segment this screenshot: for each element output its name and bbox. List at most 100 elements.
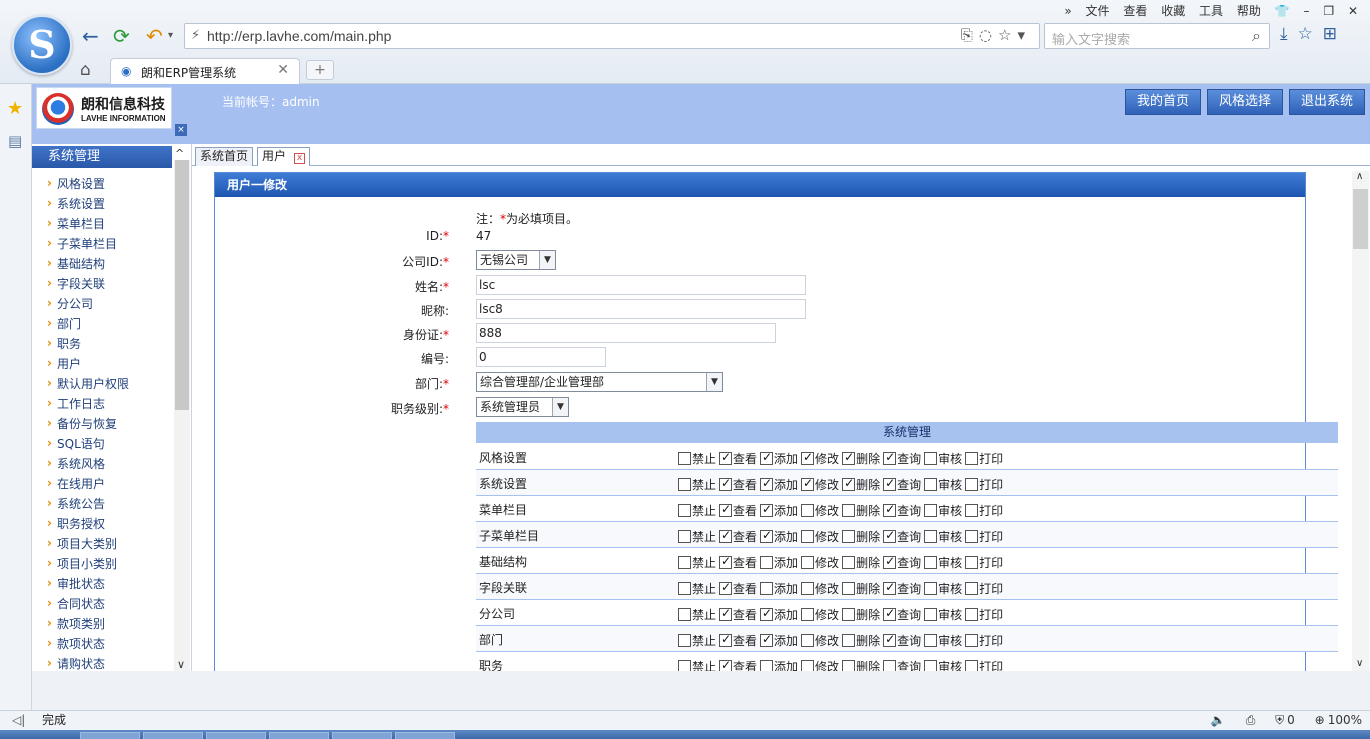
permission-label[interactable]: 删除	[856, 634, 880, 648]
favorites-star-icon[interactable]: ☆	[1298, 24, 1323, 44]
permission-label[interactable]: 禁止	[692, 608, 716, 622]
permission-label[interactable]: 打印	[979, 452, 1003, 466]
permission-checkbox[interactable]: 删除	[842, 476, 880, 493]
checkbox-checked-icon[interactable]	[719, 476, 733, 491]
permission-label[interactable]: 删除	[856, 504, 880, 518]
checkbox-checked-icon[interactable]	[842, 476, 856, 491]
menu-item-purchase-status[interactable]: 请购状态	[32, 653, 172, 674]
menu-item-sql[interactable]: SQL语句	[32, 433, 172, 454]
permission-checkbox[interactable]: 删除	[842, 658, 880, 671]
permission-checkbox[interactable]: 禁止	[678, 476, 716, 493]
taskbar-item[interactable]	[80, 732, 140, 739]
permission-label[interactable]: 禁止	[692, 660, 716, 671]
permission-checkbox[interactable]: 查看	[719, 606, 757, 623]
style-select-button[interactable]: 风格选择	[1207, 89, 1283, 115]
permission-label[interactable]: 查询	[897, 608, 921, 622]
menu-view[interactable]: 查看	[1123, 4, 1147, 18]
checkbox-empty-icon[interactable]	[924, 634, 938, 647]
permission-checkbox[interactable]: 修改	[801, 450, 839, 467]
permission-checkbox[interactable]: 添加	[760, 450, 798, 467]
checkbox-checked-icon[interactable]	[801, 450, 815, 465]
permission-label[interactable]: 修改	[815, 582, 839, 596]
download-icon[interactable]: ⤓	[1280, 24, 1298, 44]
permission-checkbox[interactable]: 查询	[883, 632, 921, 649]
permission-checkbox[interactable]: 删除	[842, 554, 880, 571]
permission-label[interactable]: 查看	[733, 556, 757, 570]
permission-checkbox[interactable]: 添加	[760, 476, 798, 493]
checkbox-empty-icon[interactable]	[842, 660, 856, 671]
menu-scroll-thumb[interactable]	[175, 160, 189, 410]
permission-label[interactable]: 禁止	[692, 504, 716, 518]
permission-label[interactable]: 审核	[938, 478, 962, 492]
tab-system-home[interactable]: 系统首页	[195, 147, 254, 166]
checkbox-checked-icon[interactable]	[883, 476, 897, 491]
permission-label[interactable]: 禁止	[692, 452, 716, 466]
menu-scrollbar[interactable]: ∨	[174, 160, 190, 671]
checkbox-empty-icon[interactable]	[924, 582, 938, 595]
permission-checkbox[interactable]: 添加	[760, 632, 798, 649]
menu-item-position[interactable]: 职务	[32, 333, 172, 354]
back-arrow-icon[interactable]: ←	[82, 24, 99, 48]
menu-item-system-settings[interactable]: 系统设置	[32, 193, 172, 214]
permission-checkbox[interactable]: 审核	[924, 632, 962, 649]
checkbox-checked-icon[interactable]	[719, 632, 733, 647]
permission-label[interactable]: 添加	[774, 582, 798, 596]
permission-label[interactable]: 禁止	[692, 556, 716, 570]
undo-icon[interactable]: ↶	[146, 24, 163, 48]
menu-item-style-settings[interactable]: 风格设置	[32, 173, 172, 194]
permission-label[interactable]: 查询	[897, 634, 921, 648]
checkbox-empty-icon[interactable]	[965, 608, 979, 621]
checkbox-empty-icon[interactable]	[883, 660, 897, 671]
address-tools-icon[interactable]: ⎘◌☆▾	[961, 26, 1031, 44]
permission-checkbox[interactable]: 打印	[965, 528, 1003, 545]
checkbox-empty-icon[interactable]	[801, 504, 815, 517]
nickname-input[interactable]: lsc8	[476, 299, 806, 319]
menu-item-backup[interactable]: 备份与恢复	[32, 413, 172, 434]
permission-label[interactable]: 删除	[856, 530, 880, 544]
permission-label[interactable]: 审核	[938, 660, 962, 671]
permission-checkbox[interactable]: 添加	[760, 528, 798, 545]
permission-label[interactable]: 删除	[856, 608, 880, 622]
minimize-icon[interactable]: –	[1304, 4, 1310, 18]
search-icon[interactable]: ⌕	[1252, 26, 1261, 46]
permission-checkbox[interactable]: 审核	[924, 528, 962, 545]
menu-item-contract-status[interactable]: 合同状态	[32, 593, 172, 614]
permission-label[interactable]: 查询	[897, 660, 921, 671]
permission-label[interactable]: 禁止	[692, 634, 716, 648]
permission-checkbox[interactable]: 添加	[760, 502, 798, 519]
name-input[interactable]: lsc	[476, 275, 806, 295]
checkbox-empty-icon[interactable]	[678, 530, 691, 543]
menu-item-online-users[interactable]: 在线用户	[32, 473, 172, 494]
idcard-input[interactable]: 888	[476, 323, 776, 343]
permission-label[interactable]: 审核	[938, 634, 962, 648]
permission-label[interactable]: 查看	[733, 634, 757, 648]
checkbox-empty-icon[interactable]	[965, 582, 979, 595]
checkbox-checked-icon[interactable]	[883, 450, 897, 465]
checkbox-empty-icon[interactable]	[842, 556, 856, 569]
permission-checkbox[interactable]: 禁止	[678, 606, 716, 623]
permission-checkbox[interactable]: 查看	[719, 632, 757, 649]
search-box[interactable]: 输入文字搜索 ⌕	[1044, 23, 1270, 49]
permission-checkbox[interactable]: 禁止	[678, 658, 716, 671]
permission-label[interactable]: 查看	[733, 582, 757, 596]
permission-checkbox[interactable]: 修改	[801, 632, 839, 649]
permission-checkbox[interactable]: 修改	[801, 476, 839, 493]
checkbox-empty-icon[interactable]	[760, 660, 774, 671]
permission-checkbox[interactable]: 打印	[965, 580, 1003, 597]
permission-checkbox[interactable]: 查询	[883, 580, 921, 597]
menu-item-work-log[interactable]: 工作日志	[32, 393, 172, 414]
menu-help[interactable]: 帮助	[1237, 4, 1261, 18]
permission-checkbox[interactable]: 审核	[924, 658, 962, 671]
undo-dropdown-icon[interactable]: ▾	[168, 24, 173, 48]
permission-checkbox[interactable]: 查看	[719, 528, 757, 545]
scroll-down-icon[interactable]: ∨	[177, 658, 185, 671]
apps-grid-icon[interactable]: ⊞	[1323, 24, 1347, 44]
checkbox-checked-icon[interactable]	[760, 606, 774, 621]
department-select[interactable]: 综合管理部/企业管理部 ▼	[476, 372, 723, 392]
permission-label[interactable]: 修改	[815, 660, 839, 671]
checkbox-empty-icon[interactable]	[760, 582, 774, 595]
browser-tab-title[interactable]: 朗和ERP管理系统	[141, 64, 236, 81]
permission-label[interactable]: 修改	[815, 504, 839, 518]
permission-label[interactable]: 修改	[815, 634, 839, 648]
permission-checkbox[interactable]: 审核	[924, 450, 962, 467]
